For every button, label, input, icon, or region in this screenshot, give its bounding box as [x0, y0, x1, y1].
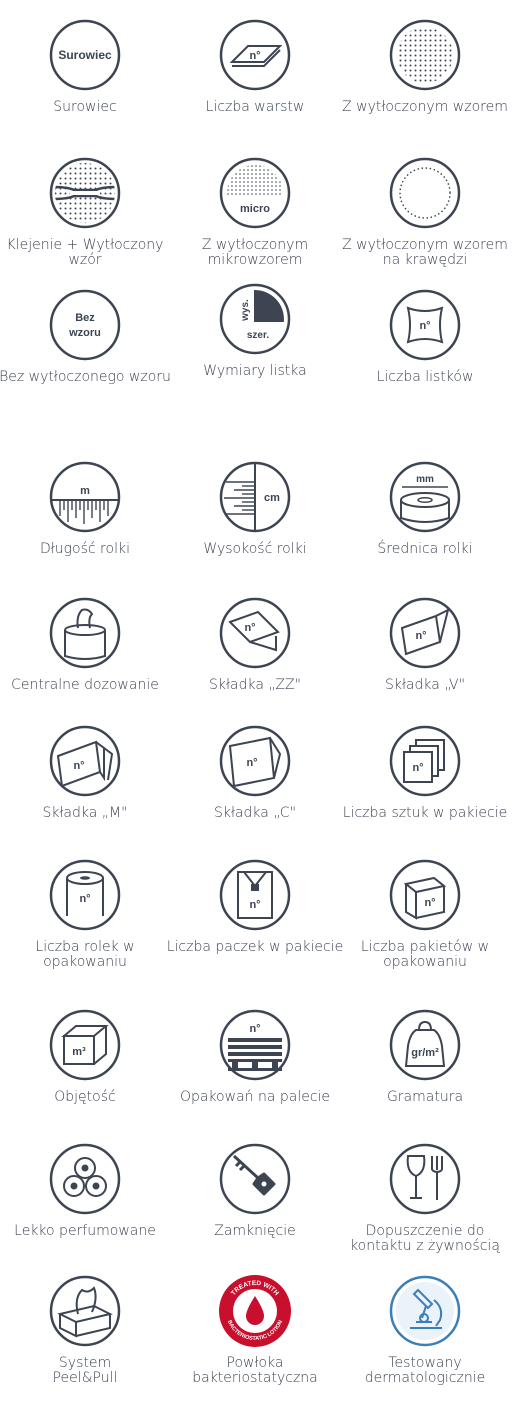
embossed-pattern-icon	[388, 18, 462, 92]
icon-text: m	[80, 485, 90, 497]
icon-text: n°	[424, 897, 435, 909]
icon-text: gr/m²	[411, 1047, 439, 1059]
food-contact-icon	[388, 1142, 462, 1216]
item-label: Składka „V"	[384, 677, 466, 693]
item-label: Średnica rolki	[377, 541, 473, 557]
icon-text: n°	[412, 762, 423, 774]
item-label: Liczba paczek w pakiecie	[166, 939, 344, 955]
zz-fold-icon: n°	[218, 596, 292, 670]
center-feed-icon	[48, 596, 122, 670]
icon-text: Surowiec	[58, 48, 112, 62]
surowiec-icon: Surowiec	[48, 18, 122, 92]
item-label: Klejenie + Wytłoczony wzór	[6, 237, 164, 268]
pallet-icon: n°	[218, 1008, 292, 1082]
bacteriostatic-icon: TREATED WITH BACTERIOSTATIC LOTION	[218, 1274, 292, 1348]
icon-text: n°	[419, 320, 430, 332]
item-label: Liczba warstw	[205, 99, 305, 115]
icon-text: n°	[244, 622, 255, 634]
volume-icon: m³	[48, 1008, 122, 1082]
roll-diameter-icon: mm	[388, 460, 462, 534]
icon-text: n°	[246, 757, 257, 769]
item-label: Liczba sztuk w pakiecie	[342, 805, 508, 821]
item-label: Z wytłoczonym wzorem na krawędzi	[342, 237, 508, 268]
item-label: Z wytłoczonym mikrowzorem	[201, 237, 309, 268]
item-label: Testowany dermatologicznie	[364, 1355, 486, 1386]
item-label: Liczba pakietów w opakowaniu	[360, 939, 490, 970]
micro-emboss-icon: micro	[218, 156, 292, 230]
item-label: Powłoka bakteriostatyczna	[192, 1355, 318, 1386]
item-label: Zamknięcie	[214, 1223, 296, 1239]
icon-text: n°	[79, 893, 90, 905]
item-label: Bez wytłoczonego wzoru	[0, 369, 171, 385]
item-label: Składka „C"	[213, 805, 297, 821]
tissue-box-icon	[48, 1274, 122, 1348]
icon-text: mm	[416, 474, 434, 485]
icon-text: micro	[240, 203, 270, 215]
layers-icon: n°	[218, 18, 292, 92]
sheet-size-icon: wys. szer.	[218, 282, 292, 356]
icon-text: n°	[73, 760, 84, 772]
item-label: Długość rolki	[40, 541, 130, 557]
item-label: Składka „ZZ"	[209, 677, 301, 693]
roll-count-icon: n°	[48, 858, 122, 932]
item-label: Gramatura	[386, 1089, 464, 1105]
item-label: Surowiec	[53, 99, 117, 115]
bundle-count-icon: n°	[218, 858, 292, 932]
icon-text: szer.	[247, 330, 269, 341]
icon-text: n°	[249, 899, 260, 911]
icon-text: n°	[249, 1023, 260, 1035]
roll-height-icon: cm	[218, 460, 292, 534]
c-fold-icon: n°	[218, 724, 292, 798]
item-label: Centralne dozowanie	[11, 677, 159, 693]
no-pattern-icon: Bez wzoru	[48, 288, 122, 362]
item-label: Liczba rolek w opakowaniu	[35, 939, 135, 970]
box-count-icon: n°	[388, 858, 462, 932]
item-label: Liczba listków	[376, 369, 474, 385]
key-icon	[218, 1142, 292, 1216]
icon-text: cm	[264, 492, 280, 504]
icon-text: wys.	[240, 299, 251, 322]
icon-text: wzoru	[68, 327, 101, 339]
icon-text: n°	[249, 50, 260, 62]
m-fold-icon: n°	[48, 724, 122, 798]
edge-emboss-icon	[388, 156, 462, 230]
glue-emboss-icon	[48, 156, 122, 230]
flower-icon	[48, 1142, 122, 1216]
icon-text: Bez	[75, 312, 95, 324]
item-label: Składka „M"	[42, 805, 128, 821]
pack-count-icon: n°	[388, 724, 462, 798]
weight-icon: gr/m²	[388, 1008, 462, 1082]
item-label: Opakowań na palecie	[179, 1089, 331, 1105]
v-fold-icon: n°	[388, 596, 462, 670]
sheet-count-icon: n°	[388, 288, 462, 362]
item-label: Z wytłoczonym wzorem	[342, 99, 508, 115]
icon-text: n°	[415, 630, 426, 642]
item-label: Wymiary listka	[203, 363, 307, 379]
item-label: System Peel&Pull	[52, 1355, 118, 1386]
item-label: Lekko perfumowane	[14, 1223, 156, 1239]
item-label: Dopuszczenie do kontaktu z żywnością	[350, 1223, 500, 1254]
roll-length-icon: m	[48, 460, 122, 534]
item-label: Objętość	[54, 1089, 116, 1105]
icon-text: m³	[72, 1046, 86, 1058]
microscope-icon	[388, 1274, 462, 1348]
item-label: Wysokość rolki	[203, 541, 307, 557]
